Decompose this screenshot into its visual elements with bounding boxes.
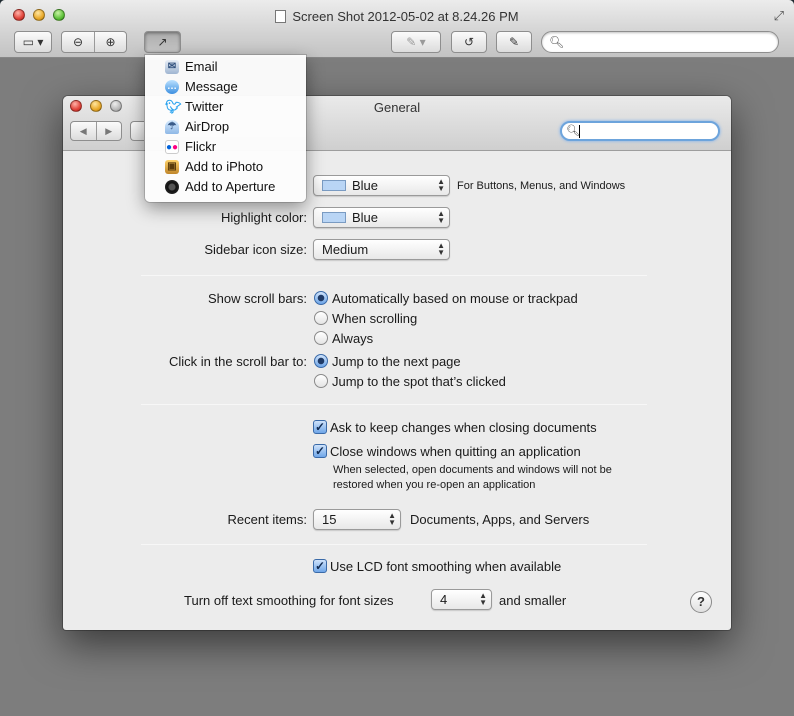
sidebar-size-popup[interactable]: Medium ▲ ▼ bbox=[313, 239, 450, 260]
rotate-icon: ↺ bbox=[463, 35, 475, 49]
divider bbox=[141, 275, 647, 276]
sidebar-size-value: Medium bbox=[322, 242, 369, 257]
preview-toolbar: Screen Shot 2012-05-02 at 8.24.26 PM ⤢ ▭… bbox=[0, 0, 794, 58]
airdrop-icon: ☂ bbox=[165, 120, 179, 134]
menu-item-label: AirDrop bbox=[185, 119, 230, 134]
lcd-smoothing-checkbox[interactable]: ✓ bbox=[313, 559, 327, 573]
share-button[interactable]: ↗ bbox=[144, 31, 181, 53]
prefs-search-input[interactable]: 🔍︎ bbox=[560, 121, 720, 141]
document-icon bbox=[275, 10, 287, 23]
twitter-icon: 🐦︎ bbox=[165, 99, 182, 114]
menu-item-label: Add to Aperture bbox=[185, 179, 276, 194]
menu-item-flickr[interactable]: ●● Flickr bbox=[145, 137, 306, 157]
highlight-value: Blue bbox=[352, 210, 379, 225]
back-icon[interactable]: ◀ bbox=[71, 122, 96, 140]
menu-item-twitter[interactable]: 🐦︎ Twitter bbox=[145, 97, 306, 117]
scroll-when-scrolling-radio[interactable] bbox=[314, 311, 328, 325]
text-caret bbox=[579, 125, 580, 138]
menu-item-label: Message bbox=[185, 79, 238, 94]
recent-items-label: Recent items: bbox=[227, 512, 307, 527]
text-smoothing-label: Turn off text smoothing for font sizes bbox=[184, 593, 394, 608]
scroll-when-scrolling-label[interactable]: When scrolling bbox=[332, 311, 417, 326]
email-icon: ✉ bbox=[165, 60, 179, 74]
text-smoothing-suffix: and smaller bbox=[499, 593, 567, 608]
highlight-popup[interactable]: Blue ▲ ▼ bbox=[313, 207, 450, 228]
window-title: Screen Shot 2012-05-02 at 8.24.26 PM bbox=[292, 9, 519, 24]
iphoto-icon: ▣ bbox=[165, 160, 179, 174]
edit-button[interactable]: ✎ bbox=[496, 31, 532, 53]
menu-item-message[interactable]: … Message bbox=[145, 77, 306, 97]
zoom-out-icon[interactable]: ⊖ bbox=[62, 32, 94, 52]
font-size-value: 4 bbox=[440, 592, 448, 607]
sidebar-view-button[interactable]: ▭ ▾ bbox=[14, 31, 52, 53]
scroll-bars-label: Show scroll bars: bbox=[208, 291, 307, 306]
share-menu: ✉ Email … Message 🐦︎ Twitter ☂ AirDrop ●… bbox=[145, 55, 306, 202]
close-windows-note-1: When selected, open documents and window… bbox=[333, 464, 612, 476]
ask-keep-changes-checkbox[interactable]: ✓ bbox=[313, 420, 327, 434]
popup-arrows-icon: ▲ ▼ bbox=[479, 591, 487, 607]
menu-item-iphoto[interactable]: ▣ Add to iPhoto bbox=[145, 157, 306, 177]
popup-arrows-icon: ▲ ▼ bbox=[437, 241, 445, 257]
fullscreen-icon[interactable]: ⤢ bbox=[774, 8, 784, 24]
sidebar-size-label: Sidebar icon size: bbox=[204, 242, 307, 257]
menu-item-label: Twitter bbox=[185, 99, 224, 114]
share-icon: ↗ bbox=[157, 35, 168, 49]
jump-next-page-radio[interactable] bbox=[314, 354, 328, 368]
search-input[interactable]: 🔍︎ bbox=[541, 31, 779, 53]
search-icon: 🔍︎ bbox=[566, 125, 580, 137]
highlight-label: Highlight color: bbox=[221, 210, 307, 225]
scroll-click-label: Click in the scroll bar to: bbox=[169, 354, 307, 369]
jump-next-page-label[interactable]: Jump to the next page bbox=[332, 354, 461, 369]
menu-item-airdrop[interactable]: ☂ AirDrop bbox=[145, 117, 306, 137]
scroll-always-radio[interactable] bbox=[314, 331, 328, 345]
rotate-button[interactable]: ↺ bbox=[451, 31, 487, 53]
annotate-button[interactable]: ✎ ▾ bbox=[391, 31, 441, 53]
ask-keep-changes-label[interactable]: Ask to keep changes when closing documen… bbox=[330, 420, 597, 435]
popup-arrows-icon: ▲ ▼ bbox=[437, 177, 445, 193]
window-title-bar: Screen Shot 2012-05-02 at 8.24.26 PM bbox=[0, 9, 794, 24]
annotate-icon: ✎ ▾ bbox=[406, 35, 426, 49]
scroll-always-label[interactable]: Always bbox=[332, 331, 373, 346]
scroll-auto-label[interactable]: Automatically based on mouse or trackpad bbox=[332, 291, 578, 306]
menu-item-label: Add to iPhoto bbox=[185, 159, 264, 174]
divider bbox=[141, 544, 647, 545]
popup-arrows-icon: ▲ ▼ bbox=[388, 511, 396, 527]
font-size-popup[interactable]: 4 ▲ ▼ bbox=[431, 589, 492, 610]
recent-items-suffix: Documents, Apps, and Servers bbox=[410, 512, 590, 527]
zoom-in-icon[interactable]: ⊕ bbox=[94, 32, 126, 52]
recent-items-value: 15 bbox=[322, 512, 337, 527]
appearance-popup[interactable]: Blue ▲ ▼ bbox=[313, 175, 450, 196]
message-icon: … bbox=[165, 80, 179, 94]
flickr-icon: ●● bbox=[165, 140, 179, 154]
color-swatch bbox=[322, 212, 346, 223]
close-windows-label[interactable]: Close windows when quitting an applicati… bbox=[330, 444, 581, 459]
scroll-auto-radio[interactable] bbox=[314, 291, 328, 305]
color-swatch bbox=[322, 180, 346, 191]
divider bbox=[141, 404, 647, 405]
recent-items-popup[interactable]: 15 ▲ ▼ bbox=[313, 509, 401, 530]
zoom-segment: ⊖ ⊕ bbox=[61, 31, 127, 53]
lcd-smoothing-label[interactable]: Use LCD font smoothing when available bbox=[330, 559, 561, 574]
search-icon: 🔍︎ bbox=[549, 35, 565, 49]
nav-segment: ◀ ▶ bbox=[70, 121, 122, 141]
close-windows-note-2: restored when you re-open an application bbox=[333, 479, 536, 491]
menu-item-email[interactable]: ✉ Email bbox=[145, 57, 306, 77]
forward-icon[interactable]: ▶ bbox=[95, 122, 122, 140]
aperture-icon bbox=[165, 180, 179, 194]
menu-item-label: Flickr bbox=[185, 139, 217, 154]
appearance-note: For Buttons, Menus, and Windows bbox=[457, 180, 626, 192]
appearance-value: Blue bbox=[352, 178, 379, 193]
jump-spot-label[interactable]: Jump to the spot that’s clicked bbox=[332, 374, 506, 389]
help-button[interactable]: ? bbox=[690, 591, 712, 613]
menu-item-label: Email bbox=[185, 59, 218, 74]
popup-arrows-icon: ▲ ▼ bbox=[437, 209, 445, 225]
menu-item-aperture[interactable]: Add to Aperture bbox=[145, 177, 306, 197]
jump-spot-radio[interactable] bbox=[314, 374, 328, 388]
sidebar-icon: ▭ ▾ bbox=[22, 35, 44, 49]
close-windows-checkbox[interactable]: ✓ bbox=[313, 444, 327, 458]
show-all-button[interactable] bbox=[130, 121, 144, 141]
edit-icon: ✎ bbox=[508, 35, 520, 49]
